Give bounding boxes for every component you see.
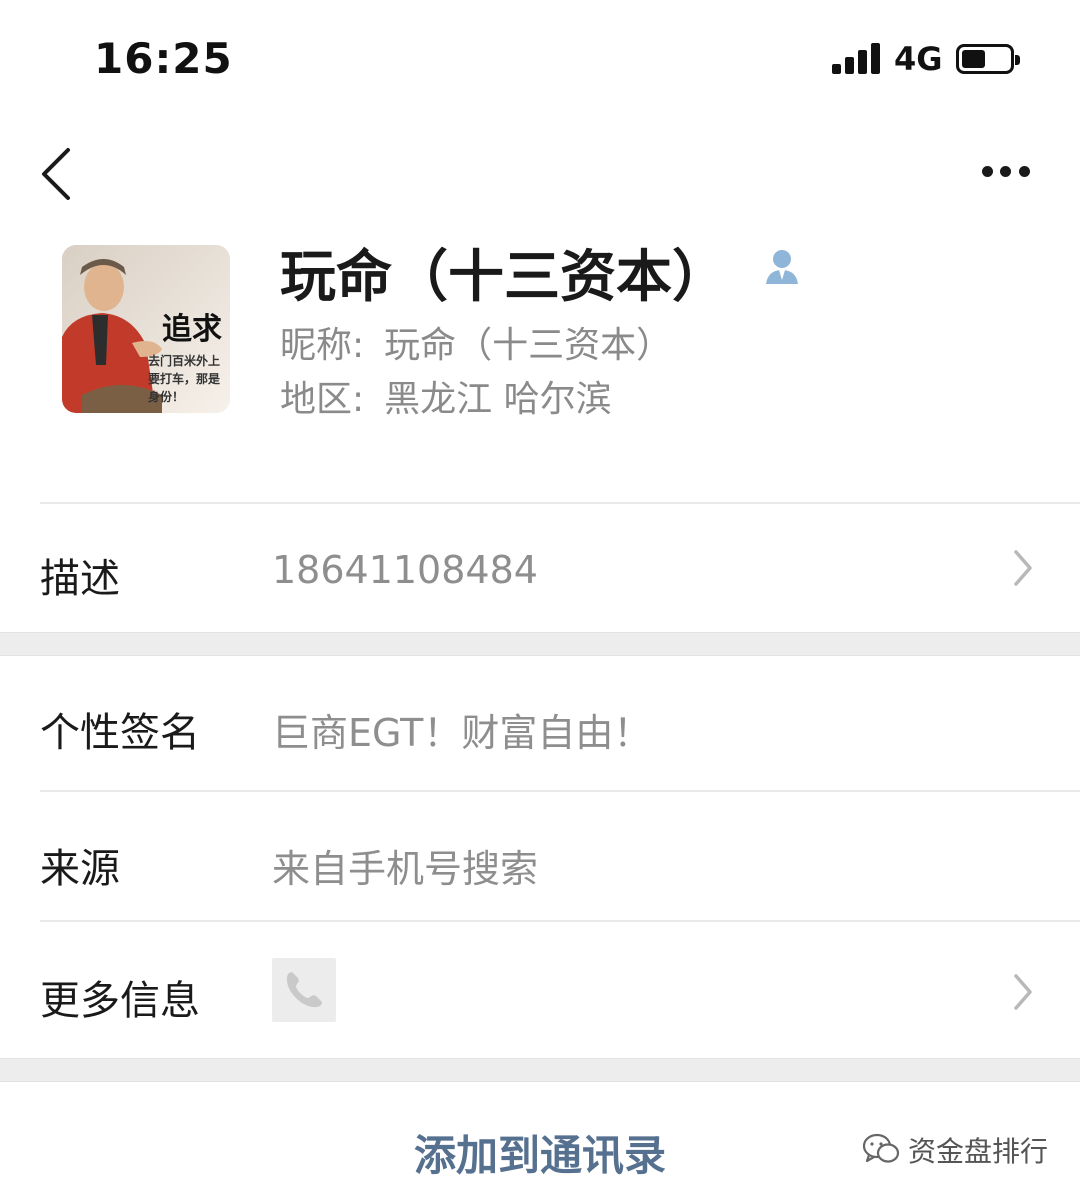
nickname-value: 玩命（十三资本） — [384, 325, 673, 366]
wechat-logo-icon — [862, 1133, 900, 1163]
nickname-line: 昵称: 玩命（十三资本） — [280, 316, 672, 368]
avatar[interactable]: 追求 去门百米外上 要打车，那是 身份！ — [62, 245, 230, 413]
source-value: 来自手机号搜索 — [272, 847, 539, 891]
status-bar: 16:25 4G — [0, 0, 1080, 120]
source-row: 来源 来自手机号搜索 — [0, 792, 1080, 920]
display-name: 玩命（十三资本） — [280, 245, 728, 310]
network-type: 4G — [894, 40, 943, 78]
signal-icon — [832, 42, 882, 74]
svg-text:要打车，那是: 要打车，那是 — [148, 371, 221, 386]
svg-text:去门百米外上: 去门百米外上 — [148, 353, 220, 368]
signature-label: 个性签名 — [40, 710, 200, 756]
source-label: 来源 — [40, 846, 120, 892]
back-button[interactable] — [34, 140, 84, 210]
chevron-left-icon — [42, 148, 70, 200]
more-info-row[interactable]: 更多信息 — [0, 922, 1080, 1058]
watermark: 资金盘排行 — [862, 1130, 1048, 1170]
signature-row: 个性签名 巨商EGT！财富自由！ — [0, 656, 1080, 790]
status-time: 16:25 — [94, 34, 233, 83]
chevron-right-icon — [1014, 550, 1032, 586]
battery-icon — [956, 44, 1020, 74]
section-gap — [0, 632, 1080, 656]
description-label: 描述 — [40, 556, 120, 602]
description-value: 18641108484 — [272, 548, 538, 592]
phone-icon — [272, 958, 336, 1022]
nickname-label: 昵称: — [280, 325, 365, 366]
section-gap — [0, 1058, 1080, 1082]
more-options-button[interactable] — [976, 154, 1036, 190]
description-row[interactable]: 描述 18641108484 — [0, 504, 1080, 632]
svg-text:身份！: 身份！ — [148, 389, 184, 404]
signature-value: 巨商EGT！财富自由！ — [272, 711, 652, 755]
contact-person-icon — [766, 250, 798, 284]
svg-text:追求: 追求 — [162, 312, 222, 347]
more-info-label: 更多信息 — [40, 978, 200, 1024]
region-value: 黑龙江 哈尔滨 — [384, 379, 612, 420]
watermark-text: 资金盘排行 — [908, 1135, 1049, 1168]
region-line: 地区: 黑龙江 哈尔滨 — [280, 370, 612, 422]
avatar-image: 追求 去门百米外上 要打车，那是 身份！ — [62, 245, 230, 413]
more-dots-icon — [982, 166, 993, 177]
chevron-right-icon — [1014, 974, 1032, 1010]
region-label: 地区: — [280, 379, 365, 420]
